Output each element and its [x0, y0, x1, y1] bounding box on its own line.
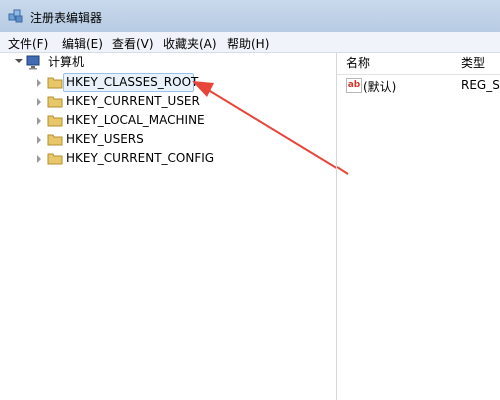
regedit-icon: [8, 9, 23, 23]
menu-edit[interactable]: 编辑(E): [62, 35, 103, 52]
title-bar: 注册表编辑器: [0, 0, 500, 33]
menu-file[interactable]: 文件(F): [8, 35, 48, 52]
window-title: 注册表编辑器: [30, 11, 103, 25]
menu-favorites[interactable]: 收藏夹(A): [163, 35, 217, 52]
registry-tree[interactable]: 计算机 HKEY_CLASSES_ROOT HKEY_CURRENT_USER …: [0, 53, 337, 400]
menu-help[interactable]: 帮助(H): [227, 35, 269, 52]
annotation-arrow-icon: [337, 166, 349, 175]
menu-view[interactable]: 查看(V): [112, 35, 154, 52]
values-list[interactable]: 名称 类型 ab (默认) REG_SZ: [337, 53, 500, 400]
menu-bar: 文件(F) 编辑(E) 查看(V) 收藏夹(A) 帮助(H): [0, 32, 500, 53]
annotation-arrow-icon: [192, 81, 336, 169]
